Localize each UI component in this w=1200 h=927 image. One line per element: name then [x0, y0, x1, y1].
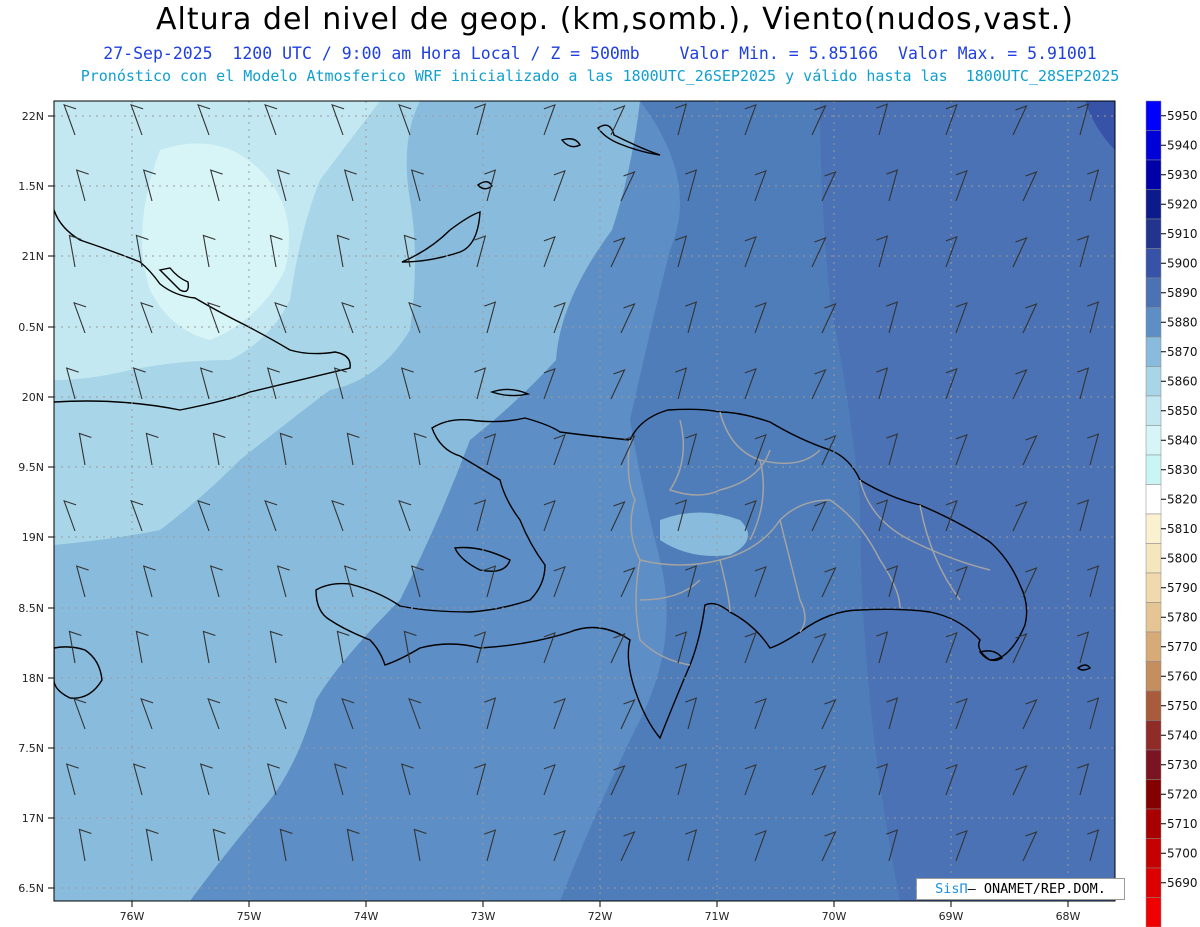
- colorbar-swatch: [1145, 277, 1162, 308]
- lat-label: 20N: [22, 391, 44, 404]
- colorbar-swatch: [1145, 425, 1162, 456]
- colorbar-swatch: [1145, 572, 1162, 603]
- colorbar-swatch: [1145, 395, 1162, 426]
- colorbar-label: 5910: [1167, 227, 1198, 241]
- colorbar-swatch: [1145, 366, 1162, 397]
- colorbar-label: 5850: [1167, 404, 1198, 418]
- colorbar-label: 5900: [1167, 256, 1198, 270]
- colorbar-swatch: [1145, 720, 1162, 751]
- colorbar-label: 5690: [1167, 876, 1198, 890]
- colorbar-label: 5790: [1167, 581, 1198, 595]
- colorbar-swatch: [1145, 159, 1162, 190]
- colorbar-swatch: [1145, 543, 1162, 574]
- colorbar-swatch: [1145, 808, 1162, 839]
- colorbar-swatch: [1145, 189, 1162, 220]
- lat-label: 1.5N: [18, 180, 44, 193]
- lon-label: 73W: [471, 910, 496, 923]
- colorbar-swatch: [1145, 336, 1162, 367]
- colorbar-label: 5810: [1167, 522, 1198, 536]
- map-title: Altura del nivel de geop. (km,somb.), Vi…: [156, 2, 1074, 37]
- colorbar-label: 5710: [1167, 817, 1198, 831]
- colorbar-label: 5780: [1167, 610, 1198, 624]
- map-subtitle-time: 27-Sep-2025 1200 UTC / 9:00 am Hora Loca…: [103, 44, 1097, 63]
- colorbar-swatch: [1145, 454, 1162, 485]
- colorbar-swatch: [1145, 602, 1162, 633]
- colorbar: 5950 5940 5930 5920 5910 5900 5890 5880 5870 5860…: [1145, 100, 1198, 927]
- colorbar-swatch: [1145, 631, 1162, 662]
- lat-label: 7.5N: [18, 742, 44, 755]
- colorbar-label: 5950: [1167, 109, 1198, 123]
- colorbar-label: 5870: [1167, 345, 1198, 359]
- colorbar-label: 5700: [1167, 846, 1198, 860]
- lon-label: 68W: [1056, 910, 1081, 923]
- colorbar-swatch: [1145, 838, 1162, 869]
- lat-label: 8.5N: [18, 602, 44, 615]
- colorbar-swatch: [1145, 690, 1162, 721]
- lat-label: 19N: [22, 531, 44, 544]
- colorbar-label: 5770: [1167, 640, 1198, 654]
- colorbar-swatch: [1145, 779, 1162, 810]
- lat-label: 6.5N: [18, 882, 44, 895]
- lon-label: 74W: [354, 910, 379, 923]
- colorbar-label: 5940: [1167, 138, 1198, 152]
- longitude-axis: 76W 75W 74W 73W 72W 71W 70W 69W 68W: [120, 901, 1081, 923]
- colorbar-label: 5880: [1167, 315, 1198, 329]
- colorbar-label: 5840: [1167, 433, 1198, 447]
- colorbar-label: 5730: [1167, 758, 1198, 772]
- colorbar-swatch: [1145, 307, 1162, 338]
- colorbar-label: 5720: [1167, 787, 1198, 801]
- colorbar-swatch: [1145, 749, 1162, 780]
- credit-org: – ONAMET/REP.DOM.: [967, 881, 1106, 897]
- colorbar-swatch: [1145, 867, 1162, 898]
- colorbar-label: 5890: [1167, 286, 1198, 300]
- lat-label: 22N: [22, 110, 44, 123]
- colorbar-swatch: [1145, 100, 1162, 131]
- colorbar-label: 5860: [1167, 374, 1198, 388]
- lon-label: 76W: [120, 910, 145, 923]
- lon-label: 71W: [705, 910, 730, 923]
- colorbar-label: 5930: [1167, 168, 1198, 182]
- lat-label: 0.5N: [18, 321, 44, 334]
- geopotential-map: 22N 1.5N 21N 0.5N 20N 9.5N 19N 8.5N 18N …: [18, 100, 1198, 927]
- lon-label: 69W: [939, 910, 964, 923]
- colorbar-swatch: [1145, 897, 1162, 927]
- colorbar-swatch: [1145, 513, 1162, 544]
- lat-label: 9.5N: [18, 461, 44, 474]
- colorbar-label: 5800: [1167, 551, 1198, 565]
- map-subtitle-model: Pronóstico con el Modelo Atmosferico WRF…: [80, 67, 1120, 85]
- lon-label: 70W: [822, 910, 847, 923]
- colorbar-swatch: [1145, 484, 1162, 515]
- colorbar-swatch: [1145, 218, 1162, 249]
- colorbar-label: 5820: [1167, 492, 1198, 506]
- colorbar-swatch: [1145, 130, 1162, 161]
- brand-logo: SisΠ: [935, 881, 968, 897]
- colorbar-label: 5750: [1167, 699, 1198, 713]
- lat-label: 17N: [22, 812, 44, 825]
- colorbar-swatch: [1145, 661, 1162, 692]
- credit-box: SisΠ– ONAMET/REP.DOM.: [916, 878, 1125, 900]
- colorbar-swatch: [1145, 248, 1162, 279]
- colorbar-label: 5830: [1167, 463, 1198, 477]
- latitude-axis: 22N 1.5N 21N 0.5N 20N 9.5N 19N 8.5N 18N …: [18, 110, 54, 895]
- lon-label: 72W: [588, 910, 613, 923]
- colorbar-label: 5920: [1167, 197, 1198, 211]
- colorbar-label: 5740: [1167, 728, 1198, 742]
- colorbar-label: 5760: [1167, 669, 1198, 683]
- lon-label: 75W: [237, 910, 262, 923]
- lat-label: 18N: [22, 672, 44, 685]
- lat-label: 21N: [22, 250, 44, 263]
